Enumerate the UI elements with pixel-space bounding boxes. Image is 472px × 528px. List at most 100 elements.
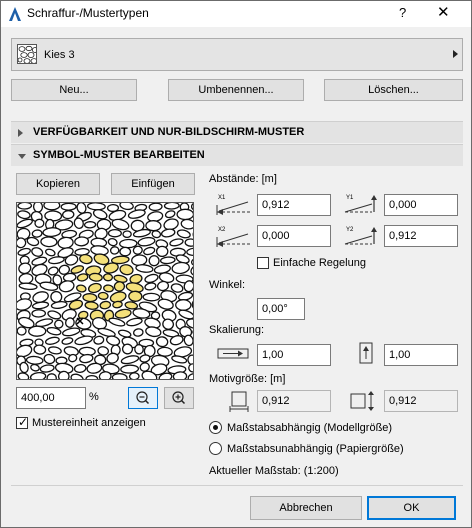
archicad-app-icon <box>9 7 21 21</box>
angle-input[interactable]: 0,00° <box>257 298 305 320</box>
pattern-stone <box>30 363 40 372</box>
zoom-in-button[interactable] <box>164 387 194 409</box>
pattern-stone <box>190 203 193 212</box>
rename-button[interactable]: Umbenennen... <box>168 79 304 101</box>
section-edit[interactable]: SYMBOL-MUSTER BEARBEITEN <box>11 144 463 166</box>
pattern-stone <box>31 301 50 310</box>
copy-button[interactable]: Kopieren <box>16 173 100 195</box>
scale-model-radio[interactable] <box>209 421 222 434</box>
pattern-stone <box>17 326 27 336</box>
pattern-stone <box>25 355 44 365</box>
pattern-stone <box>26 236 40 247</box>
pattern-stone <box>119 246 132 257</box>
pattern-stone <box>17 210 31 220</box>
x2-input[interactable]: 0,000 <box>257 225 331 247</box>
zoom-out-button[interactable] <box>128 387 158 409</box>
scale-y-input[interactable]: 1,00 <box>384 344 458 366</box>
pattern-stone <box>86 203 106 211</box>
pattern-stone <box>184 238 193 247</box>
pattern-stone <box>135 264 154 273</box>
pattern-stone <box>85 374 99 379</box>
close-button[interactable]: ✕ <box>437 3 450 21</box>
zoom-input[interactable]: 400,00 <box>16 387 86 409</box>
pattern-stone <box>18 282 38 291</box>
new-button[interactable]: Neu... <box>11 79 137 101</box>
scale-x-icon <box>217 348 249 359</box>
section-edit-label: SYMBOL-MUSTER BEARBEITEN <box>33 149 205 161</box>
pattern-stone <box>128 290 143 302</box>
y2-offset-icon: Y2 <box>344 227 377 245</box>
pattern-stone <box>188 363 193 373</box>
y1-icon-label: Y1 <box>346 195 354 201</box>
pattern-stone <box>43 203 61 211</box>
pattern-stone <box>97 291 109 300</box>
y2-icon-label: Y2 <box>346 227 354 233</box>
scale-y-icon <box>359 342 373 364</box>
pattern-stone <box>61 210 75 220</box>
pattern-stone <box>148 203 163 212</box>
pattern-stone <box>107 237 118 247</box>
simple-rule-label: Einfache Regelung <box>273 257 366 269</box>
pattern-stone <box>92 209 108 220</box>
pattern-stone <box>193 347 194 356</box>
pattern-stone <box>32 203 44 213</box>
pattern-stone <box>74 236 90 247</box>
pattern-stone <box>122 230 132 239</box>
scale-x-input[interactable]: 1,00 <box>257 344 331 366</box>
pattern-stone <box>175 299 192 311</box>
x1-input[interactable]: 0,912 <box>257 194 331 216</box>
zoom-unit: % <box>89 391 99 403</box>
paste-button[interactable]: Einfügen <box>111 173 195 195</box>
zoom-out-icon <box>136 391 150 405</box>
pattern-stone <box>119 203 134 211</box>
pattern-preview[interactable] <box>16 202 194 380</box>
pattern-stone <box>120 364 140 374</box>
help-button[interactable]: ? <box>399 5 406 20</box>
checkmark-icon: ✓ <box>18 415 29 429</box>
pattern-stone <box>97 346 110 356</box>
pattern-stone <box>74 335 94 346</box>
simple-rule-checkbox[interactable]: ✓ <box>257 257 269 269</box>
pattern-name: Kies 3 <box>44 49 75 61</box>
pattern-stone <box>124 301 139 310</box>
scale-paper-radio[interactable] <box>209 442 222 455</box>
show-unit-checkbox[interactable]: ✓ <box>16 415 29 429</box>
pattern-stone <box>70 373 84 379</box>
pattern-stone <box>79 353 94 364</box>
title-bar: Schraffur-/Mustertypen ? ✕ <box>1 1 471 27</box>
pattern-stone <box>190 264 193 277</box>
pattern-selector[interactable]: Kies 3 <box>11 38 463 71</box>
pattern-stone <box>17 372 30 379</box>
y2-input[interactable]: 0,912 <box>384 225 458 247</box>
pattern-thumbnail <box>17 44 37 64</box>
pattern-stone <box>79 253 93 265</box>
pattern-stone <box>31 247 44 257</box>
ok-button[interactable]: OK <box>367 496 456 520</box>
pattern-stone <box>99 300 112 310</box>
pattern-stone <box>160 228 176 238</box>
pattern-stone <box>42 227 62 238</box>
scale-paper-label: Maßstabsunabhängig (Papiergröße) <box>227 443 404 455</box>
pattern-stone <box>155 245 169 258</box>
angle-label: Winkel: <box>209 279 246 291</box>
delete-button[interactable]: Löschen... <box>324 79 463 101</box>
pattern-stone <box>139 354 151 363</box>
pattern-stone <box>191 298 193 311</box>
pattern-stone <box>61 337 74 345</box>
cancel-button[interactable]: Abbrechen <box>250 496 362 520</box>
y1-input[interactable]: 0,000 <box>384 194 458 216</box>
pattern-stone <box>76 284 87 293</box>
pattern-stone <box>192 326 193 338</box>
motif-height-icon <box>350 391 374 411</box>
pattern-stone <box>34 218 45 228</box>
section-availability[interactable]: VERFÜGBARKEIT UND NUR-BILDSCHIRM-MUSTER <box>11 121 463 143</box>
pattern-stone <box>171 261 190 275</box>
pattern-stone <box>163 203 180 210</box>
pattern-stone <box>31 309 47 318</box>
pattern-stone <box>126 317 143 327</box>
footer-divider <box>11 485 463 486</box>
pattern-stone <box>132 328 144 337</box>
pattern-stone <box>114 308 132 319</box>
pattern-stone <box>120 355 140 365</box>
pattern-stone <box>17 247 31 256</box>
